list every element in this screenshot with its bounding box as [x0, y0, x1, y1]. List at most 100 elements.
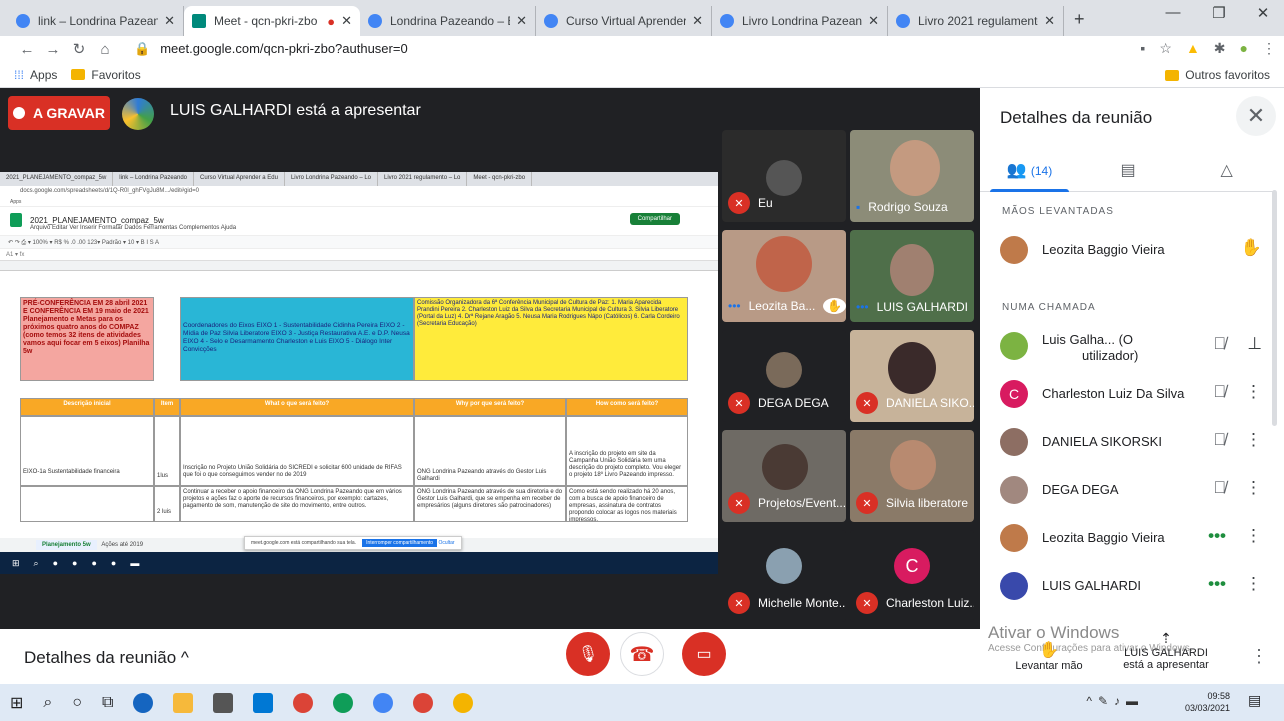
more-options-icon[interactable]: ⋮	[1245, 430, 1262, 450]
home-icon[interactable]: ⌂	[92, 41, 118, 58]
sheets-icon	[10, 213, 22, 227]
bookmark-others[interactable]: Outros favoritos	[1165, 68, 1270, 82]
participant-tile[interactable]: DEGA DEGA	[722, 330, 846, 422]
participant-tile[interactable]: ••• LUIS GALHARDI	[850, 230, 974, 322]
chrome-icon[interactable]	[293, 692, 314, 713]
participant-tile[interactable]: C Charleston Luiz...	[850, 530, 974, 622]
chrome-icon[interactable]	[453, 692, 474, 713]
star-icon[interactable]: ☆	[1159, 40, 1172, 57]
sharing-notice: meet.google.com está compartilhando sua …	[244, 536, 462, 550]
drive-icon[interactable]: ▲	[1186, 40, 1200, 57]
leave-call-button[interactable]: ☎	[620, 632, 664, 676]
store-icon[interactable]	[213, 692, 234, 713]
reload-icon[interactable]: ↻	[66, 40, 92, 58]
mail-icon[interactable]	[253, 692, 274, 713]
participant-row[interactable]: Leozita Baggio Vieira ••• ⋮	[980, 514, 1276, 562]
participant-row[interactable]: Luis Galha... (O utilizador) 🎙̸ ⊥	[980, 322, 1276, 370]
apps-icon[interactable]: ⁞⁞⁞	[14, 68, 24, 82]
participant-tile[interactable]: Eu	[722, 130, 846, 222]
raise-hand-button[interactable]: ✋ Levantar mão	[1014, 640, 1084, 672]
browser-tab[interactable]: link – Londrina Pazeando✕	[8, 6, 184, 36]
pin-icon[interactable]: ⊥	[1247, 334, 1262, 354]
tile-label: Michelle Monte...	[728, 592, 846, 614]
file-explorer-icon[interactable]	[173, 692, 194, 713]
forward-icon[interactable]: →	[40, 41, 66, 58]
shared-tab: Meet - qcn-pkri-zbo	[467, 172, 533, 186]
close-tab-icon[interactable]: ✕	[868, 13, 879, 29]
table-cell: EIXO-1a Sustentabilidade financeira	[20, 416, 154, 486]
participant-name: Leozita Baggio Vieira	[1042, 242, 1165, 257]
close-tab-icon[interactable]: ✕	[164, 13, 175, 29]
tab-favicon-icon	[16, 14, 30, 28]
browser-tab[interactable]: Livro Londrina Pazeando – Lo✕	[712, 6, 888, 36]
chrome-icon[interactable]	[373, 692, 394, 713]
browser-tab[interactable]: Livro 2021 regulamento – Lo✕	[888, 6, 1064, 36]
back-icon[interactable]: ←	[14, 41, 40, 58]
close-tab-icon[interactable]: ✕	[341, 13, 352, 29]
maximize-icon[interactable]: ❐	[1196, 4, 1242, 22]
profile-avatar-icon[interactable]: ●	[1240, 40, 1248, 57]
activities-icon: △	[1220, 161, 1233, 179]
tab-people[interactable]: 👥 (14)	[980, 150, 1079, 192]
participant-tile[interactable]: Silvia liberatore	[850, 430, 974, 522]
bookmark-apps[interactable]: Apps	[30, 68, 57, 82]
raised-hand-row[interactable]: Leozita Baggio Vieira ✋	[980, 226, 1276, 274]
meeting-details-button[interactable]: Detalhes da reunião ^	[24, 648, 189, 668]
browser-tab[interactable]: Londrina Pazeando – Educar✕	[360, 6, 536, 36]
participant-tile[interactable]: DANIELA SIKO...	[850, 330, 974, 422]
taskbar-clock[interactable]: 09:58 03/03/2021	[1185, 690, 1230, 714]
close-panel-button[interactable]: ✕	[1236, 96, 1276, 136]
edge-icon[interactable]	[133, 692, 154, 713]
hangup-icon: ☎	[629, 643, 655, 666]
participant-row[interactable]: DEGA DEGA 🎙̸ ⋮	[980, 466, 1276, 514]
new-tab-icon[interactable]: +	[1074, 9, 1085, 30]
participant-row[interactable]: DANIELA SIKORSKI 🎙̸ ⋮	[980, 418, 1276, 466]
header-cell: Item	[154, 398, 180, 416]
chrome-icon[interactable]	[333, 692, 354, 713]
tile-label: Silvia liberatore	[856, 492, 968, 514]
participant-tile[interactable]: Michelle Monte...	[722, 530, 846, 622]
close-window-icon[interactable]: ✕	[1240, 4, 1284, 22]
more-options-icon[interactable]: ⋮	[1245, 526, 1262, 546]
close-tab-icon[interactable]: ✕	[692, 13, 703, 29]
system-tray[interactable]: ^✎♪▬	[1086, 694, 1144, 708]
camera-toggle-button[interactable]: ▭	[682, 632, 726, 676]
search-icon[interactable]: ⌕	[43, 694, 52, 712]
participant-tile[interactable]: Projetos/Event...	[722, 430, 846, 522]
tab-chat[interactable]: ▤	[1079, 150, 1178, 192]
bookmark-favorites[interactable]: Favoritos	[91, 68, 140, 82]
mic-toggle-button[interactable]: 🎙	[566, 632, 610, 676]
address-bar[interactable]: 🔒 meet.google.com/qcn-pkri-zbo?authuser=0	[134, 41, 408, 57]
windows-start-icon[interactable]: ⊞	[10, 693, 23, 713]
notifications-icon[interactable]: ▤	[1248, 692, 1270, 714]
chrome-icon: ●	[91, 558, 97, 568]
panel-scrollbar[interactable]	[1272, 190, 1277, 426]
more-options-icon[interactable]: ⋮	[1245, 382, 1262, 402]
menu-icon[interactable]: ⋮	[1262, 40, 1276, 57]
more-options-icon[interactable]: ⋮	[1245, 574, 1262, 594]
close-tab-icon[interactable]: ✕	[516, 13, 527, 29]
cortana-icon[interactable]: ○	[72, 694, 82, 712]
participant-tile[interactable]: ••• Leozita Ba... ✋	[722, 230, 846, 322]
raised-hand-icon[interactable]: ✋	[1241, 238, 1262, 258]
tab-activities[interactable]: △	[1177, 150, 1276, 192]
chrome-icon[interactable]	[413, 692, 434, 713]
more-options-icon[interactable]: ⋮	[1250, 646, 1268, 667]
browser-tab-active[interactable]: Meet - qcn-pkri-zbo ● ✕	[184, 6, 360, 36]
participant-tile[interactable]: ▪ Rodrigo Souza	[850, 130, 974, 222]
table-cell: 1lus	[154, 416, 180, 486]
task-view-icon[interactable]: ⧉	[102, 694, 113, 712]
close-tab-icon[interactable]: ✕	[1044, 13, 1055, 29]
panel-title: Detalhes da reunião	[1000, 108, 1153, 127]
tab-favicon-icon	[720, 14, 734, 28]
camera-icon[interactable]: ▪	[1140, 40, 1145, 57]
browser-tab[interactable]: Curso Virtual Aprender a Edu✕	[536, 6, 712, 36]
tile-label: Eu	[728, 192, 773, 214]
participant-row[interactable]: C Charleston Luiz Da Silva 🎙̸ ⋮	[980, 370, 1276, 418]
extension-icon[interactable]: ✱	[1214, 40, 1226, 57]
sheet-title: 2021_PLANEJAMENTO_compaz_5w	[30, 215, 164, 225]
presenting-status-button[interactable]: ⇡ LUIS GALHARDI está a apresentar	[1116, 630, 1216, 671]
more-options-icon[interactable]: ⋮	[1245, 478, 1262, 498]
minimize-icon[interactable]: —	[1150, 4, 1196, 21]
participant-row[interactable]: LUIS GALHARDI ••• ⋮	[980, 562, 1276, 610]
